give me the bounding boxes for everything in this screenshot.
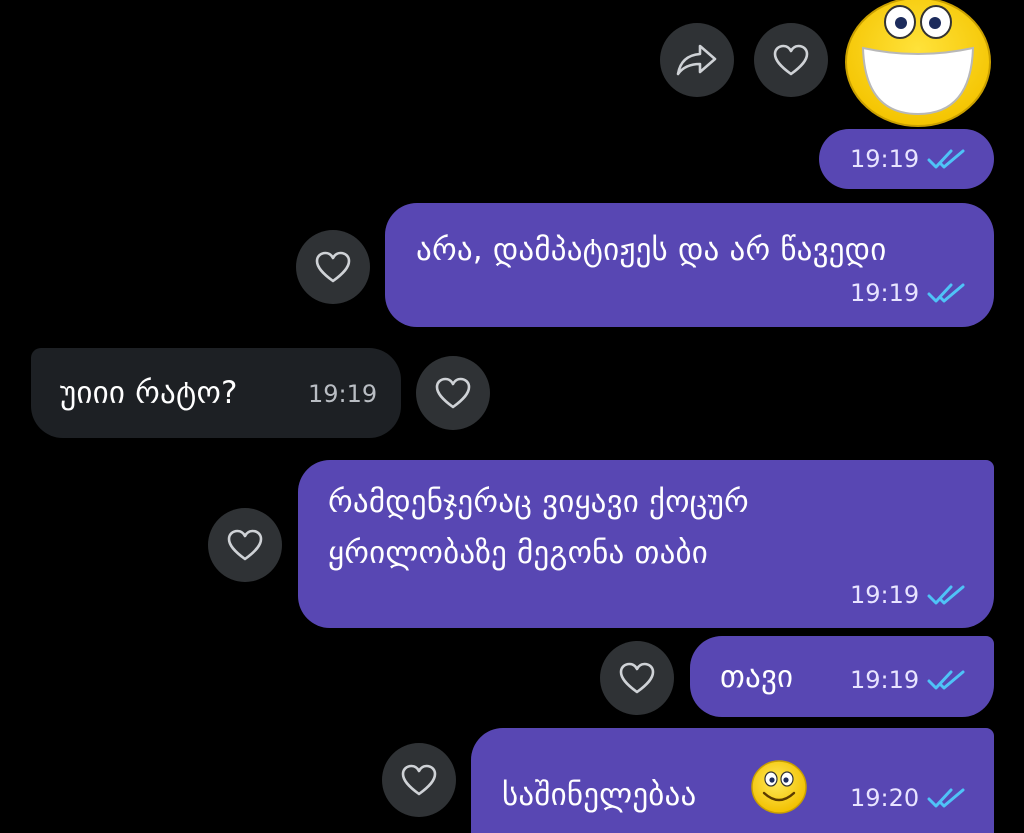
message-bubble[interactable]: არა, დამპატიჟეს და არ წავედი 19:19 xyxy=(385,203,994,327)
message-text: უიიი რატო? xyxy=(60,375,238,411)
like-button[interactable] xyxy=(296,230,370,304)
message-time: 19:19 xyxy=(850,666,920,694)
message-bubble[interactable]: საშინელებაა 19:20 xyxy=(471,728,994,833)
message-text-line: რამდენჯერაც ვიყავი ქოცურ xyxy=(328,484,749,520)
heart-icon xyxy=(401,764,437,796)
double-check-icon xyxy=(927,149,965,169)
double-check-icon xyxy=(927,670,965,690)
heart-icon xyxy=(315,251,351,283)
message-time: 19:19 xyxy=(308,380,378,408)
message-time: 19:19 xyxy=(850,581,920,609)
double-check-icon xyxy=(927,788,965,808)
heart-icon xyxy=(773,44,809,76)
message-bubble[interactable]: რამდენჯერაც ვიყავი ქოცურ ყრილობაზე მეგონ… xyxy=(298,460,994,628)
like-button[interactable] xyxy=(208,508,282,582)
like-button[interactable] xyxy=(754,23,828,97)
laughing-smiley-sticker[interactable] xyxy=(843,0,993,128)
message-time: 19:19 xyxy=(850,279,920,307)
like-button[interactable] xyxy=(382,743,456,817)
message-bubble[interactable]: თავი 19:19 xyxy=(690,636,994,717)
double-check-icon xyxy=(927,585,965,605)
heart-icon xyxy=(619,662,655,694)
smiley-emoji xyxy=(751,760,807,814)
message-time: 19:19 xyxy=(850,145,920,173)
message-text: არა, დამპატიჟეს და არ წავედი xyxy=(416,232,887,268)
message-bubble[interactable]: უიიი რატო? 19:19 xyxy=(31,348,401,438)
sticker-time-bubble[interactable]: 19:19 xyxy=(819,129,994,189)
message-text-line: ყრილობაზე მეგონა თაბი xyxy=(328,535,708,571)
like-button[interactable] xyxy=(600,641,674,715)
heart-icon xyxy=(435,377,471,409)
message-text: საშინელებაა xyxy=(502,777,697,813)
message-text: თავი xyxy=(720,659,794,695)
message-time: 19:20 xyxy=(850,784,920,812)
like-button[interactable] xyxy=(416,356,490,430)
heart-icon xyxy=(227,529,263,561)
forward-icon xyxy=(676,44,717,76)
double-check-icon xyxy=(927,283,965,303)
forward-button[interactable] xyxy=(660,23,734,97)
